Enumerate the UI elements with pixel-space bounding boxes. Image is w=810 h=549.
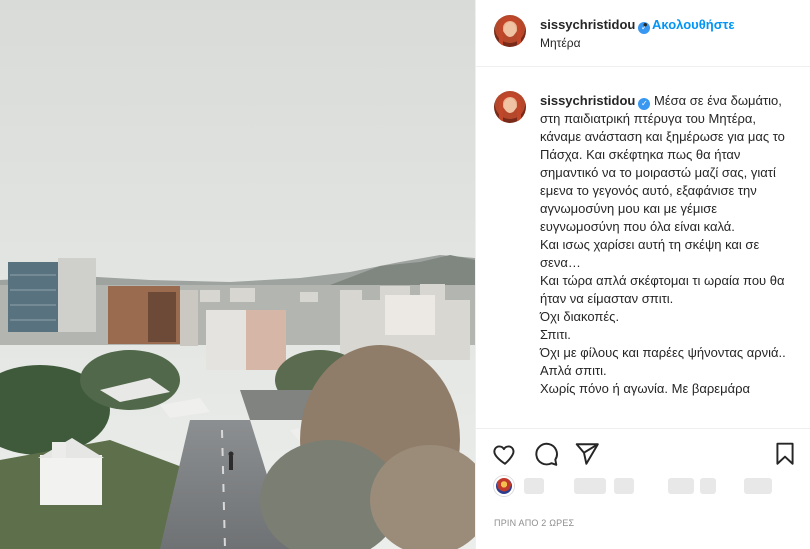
caption-line: Χωρίς πόνο ή αγωνία. Με βαρεμάρα	[540, 381, 750, 396]
post-location[interactable]: Μητέρα	[540, 36, 581, 50]
obscured-likes-text	[700, 478, 716, 494]
city-view-photo	[0, 0, 475, 549]
follow-button[interactable]: Ακολουθήστε	[652, 17, 735, 32]
caption-verified-badge-icon: ✓	[638, 98, 651, 110]
obscured-likes-text	[524, 478, 544, 494]
author-username[interactable]: sissychristidou ✓	[540, 17, 651, 34]
caption-author-avatar[interactable]	[494, 91, 526, 123]
obscured-likes-text	[614, 478, 634, 494]
heart-icon[interactable]	[492, 441, 518, 467]
post-timestamp[interactable]: ΠΡΙΝ ΑΠΟ 2 ΩΡΕΣ	[494, 518, 574, 528]
post-photo[interactable]	[0, 0, 475, 549]
bookmark-icon[interactable]	[772, 441, 798, 467]
obscured-likes-text	[668, 478, 694, 494]
author-avatar[interactable]	[494, 15, 526, 47]
caption-line: Όχι με φίλους και παρέες ψήνοντας αρνιά.…	[540, 345, 786, 360]
obscured-likes-text	[744, 478, 772, 494]
post-header: sissychristidou ✓ • Ακολουθήστε Μητέρα	[476, 0, 810, 67]
author-username-text[interactable]: sissychristidou	[540, 17, 635, 32]
liker-avatar[interactable]	[494, 476, 514, 496]
post-caption-area: sissychristidou ✓ Μέσα σε ένα δωμάτιο, στ…	[476, 68, 810, 428]
paper-plane-icon[interactable]	[574, 441, 600, 467]
post-details-panel: sissychristidou ✓ • Ακολουθήστε Μητέρα si…	[475, 0, 810, 549]
obscured-likes-text	[574, 478, 606, 494]
separator-dot: •	[643, 17, 648, 32]
caption-text: sissychristidou ✓ Μέσα σε ένα δωμάτιο, στ…	[540, 92, 792, 398]
caption-line: Μέσα σε ένα δωμάτιο, στη παιδιατρική πτέ…	[540, 93, 785, 234]
caption-line: Όχι διακοπές.	[540, 309, 620, 324]
caption-line: Και ισως χαρίσει αυτή τη σκέψη και σε σε…	[540, 237, 760, 270]
post-actions-bar	[476, 428, 810, 480]
caption-line: Σπιτι.	[540, 327, 571, 342]
comment-icon[interactable]	[533, 441, 559, 467]
caption-line: Απλά σπιτι.	[540, 363, 607, 378]
caption-author-username[interactable]: sissychristidou	[540, 93, 635, 108]
likes-row[interactable]	[494, 474, 794, 498]
caption-line: Και τώρα απλά σκέφτομαι τι ωραία που θα …	[540, 273, 785, 306]
